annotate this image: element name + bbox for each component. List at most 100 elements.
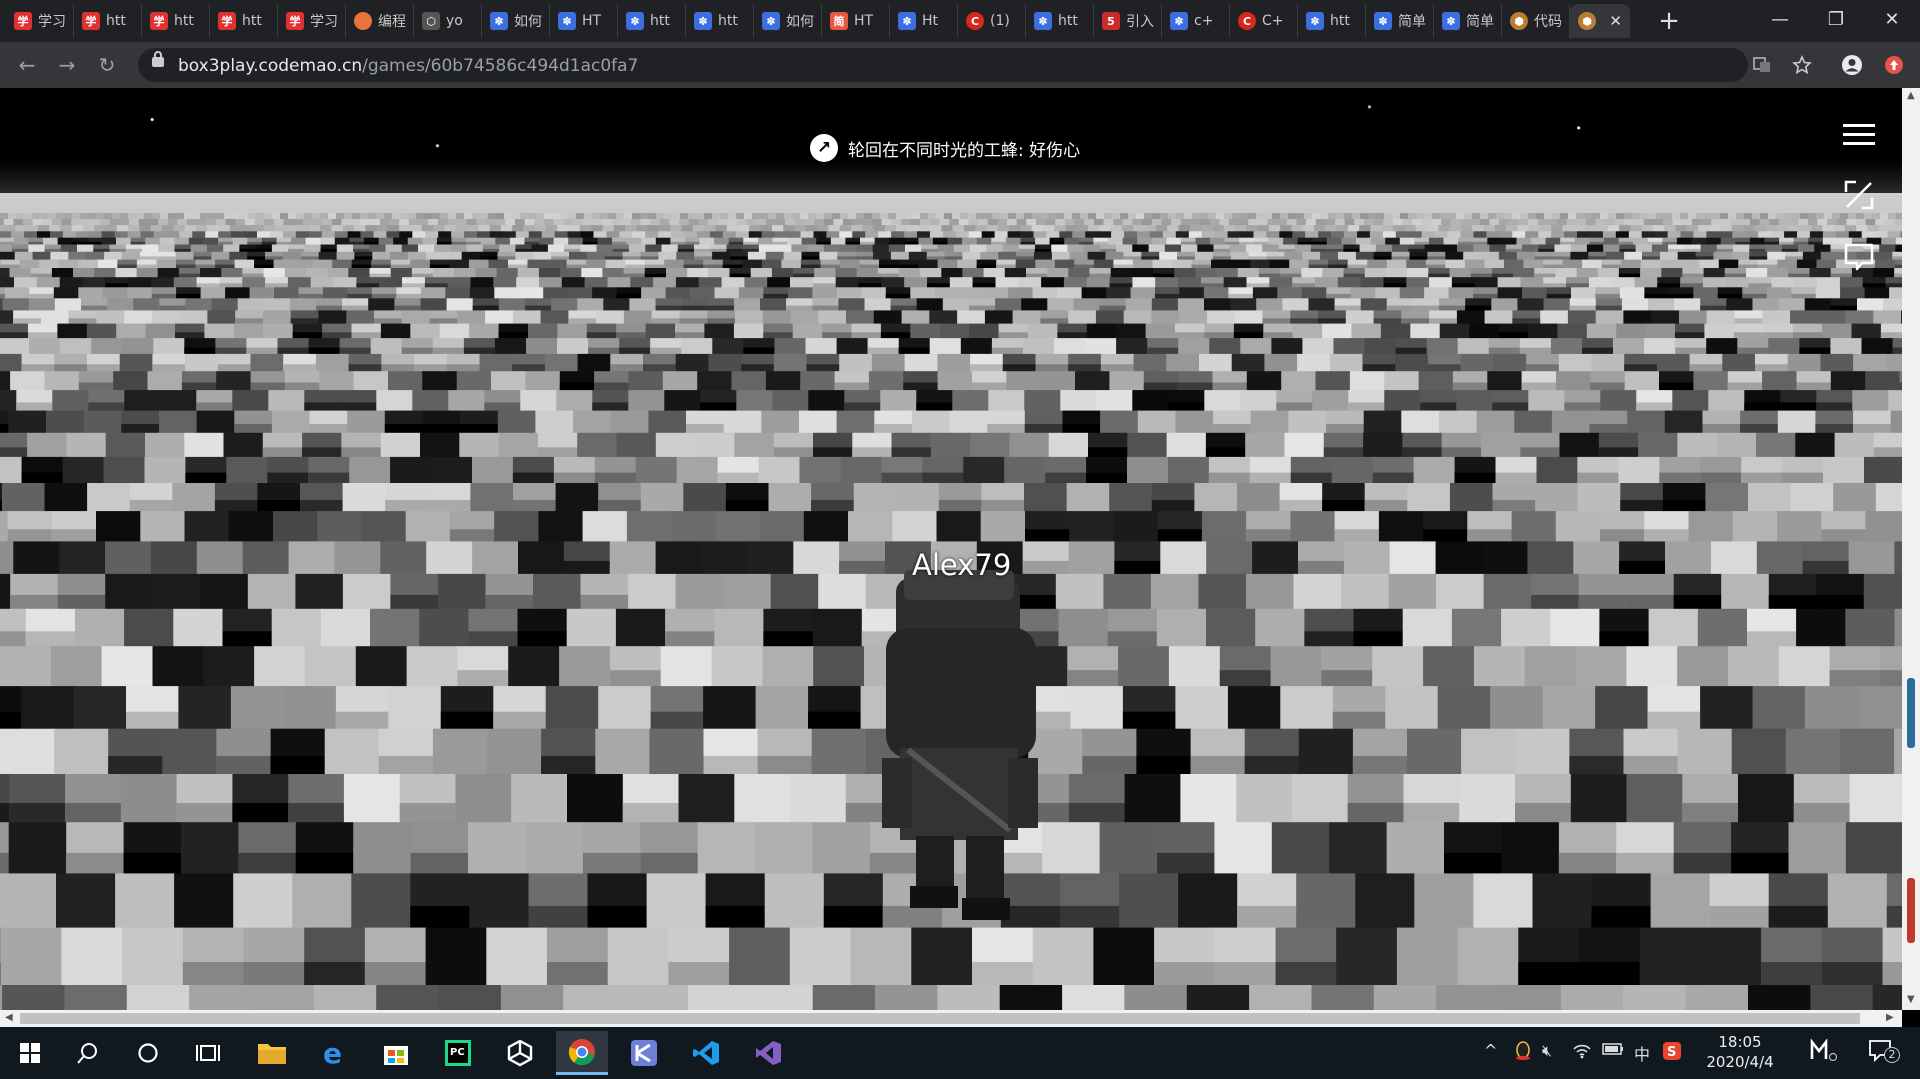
taskbar-file-explorer[interactable]: [246, 1031, 298, 1075]
taskbar-pycharm[interactable]: PC: [432, 1031, 484, 1075]
browser-tab[interactable]: ✽ c+: [1162, 4, 1230, 38]
translate-icon[interactable]: [1747, 50, 1777, 80]
browser-tab[interactable]: 5 引入: [1094, 4, 1162, 38]
browser-tab[interactable]: ✽ htt: [686, 4, 754, 38]
horizontal-scrollbar[interactable]: ◀ ▶: [0, 1010, 1902, 1027]
speaker-muted-icon[interactable]: 🔇︎: [1542, 1041, 1552, 1061]
wifi-icon[interactable]: [1572, 1041, 1592, 1063]
tab-title: htt: [718, 13, 738, 29]
tab-title: htt: [106, 13, 126, 29]
browser-tab[interactable]: 学 htt: [142, 4, 210, 38]
start-button[interactable]: [4, 1031, 56, 1075]
cortana-icon: [138, 1043, 158, 1063]
browser-tab[interactable]: ✽ HT: [550, 4, 618, 38]
task-view-button[interactable]: [182, 1031, 234, 1075]
browser-tab[interactable]: 编程: [346, 4, 414, 38]
chat-button[interactable]: [1840, 240, 1878, 274]
reload-button[interactable]: ↻: [92, 50, 122, 80]
taskbar-clock[interactable]: 18:05 2020/4/4: [1705, 1032, 1775, 1072]
task-view-icon: [196, 1045, 220, 1061]
gear-icon: ⬢: [1510, 12, 1528, 30]
lock-icon[interactable]: [152, 51, 164, 67]
sogou-ime-icon[interactable]: S: [1662, 1041, 1682, 1065]
browser-tab[interactable]: ✽ htt: [1298, 4, 1366, 38]
scroll-up-arrow-icon[interactable]: ▲: [1907, 90, 1915, 101]
back-button[interactable]: ←: [12, 50, 42, 80]
browser-tab[interactable]: C C+: [1230, 4, 1298, 38]
tab-title: C+: [1262, 13, 1284, 29]
tab-title: yo: [446, 13, 463, 29]
new-tab-button[interactable]: +: [1654, 6, 1684, 36]
browser-tab[interactable]: ✽ 如何: [754, 4, 822, 38]
browser-tab[interactable]: ✽ 简单: [1366, 4, 1434, 38]
battery-icon[interactable]: [1602, 1041, 1624, 1060]
baidu-icon: ✽: [1374, 12, 1392, 30]
tab-title: htt: [1058, 13, 1078, 29]
m-tray-icon[interactable]: [1810, 1038, 1838, 1065]
baidu-icon: ✽: [490, 12, 508, 30]
browser-tab[interactable]: 学学习: [278, 4, 346, 38]
browser-tab[interactable]: ✽ htt: [1026, 4, 1094, 38]
url-text[interactable]: box3play.codemao.cn/games/60b74586c494d1…: [178, 56, 638, 76]
store-icon: [384, 1046, 408, 1065]
tab-active[interactable]: ⬢ ✕: [1570, 4, 1630, 38]
tab-title: htt: [650, 13, 670, 29]
browser-tab[interactable]: ✽ 简单: [1434, 4, 1502, 38]
taskbar-unity[interactable]: [494, 1031, 546, 1075]
svg-text:PC: PC: [450, 1047, 465, 1058]
scroll-left-arrow-icon[interactable]: ◀: [5, 1012, 13, 1023]
clock-date: 2020/4/4: [1706, 1053, 1774, 1071]
qq-tray-icon[interactable]: [1514, 1041, 1532, 1065]
restore-button[interactable]: ❐: [1808, 0, 1864, 38]
visual-studio-icon: [756, 1041, 781, 1065]
scroll-thumb[interactable]: [20, 1013, 1860, 1024]
action-center-icon[interactable]: 2: [1868, 1039, 1900, 1067]
tab-title: Ht: [922, 13, 939, 29]
browser-tab[interactable]: 学学习: [6, 4, 74, 38]
taskbar-kotlin-app[interactable]: [618, 1031, 670, 1075]
input-method-indicator[interactable]: 中: [1634, 1041, 1650, 1065]
close-tab-icon[interactable]: ✕: [1609, 12, 1622, 30]
search-button[interactable]: [62, 1031, 114, 1075]
profile-avatar-icon[interactable]: [1837, 50, 1867, 80]
tab-title: 简单: [1466, 14, 1494, 30]
player-character: [882, 570, 1038, 920]
forward-button[interactable]: →: [52, 50, 82, 80]
cortana-button[interactable]: [122, 1031, 174, 1075]
baidu-icon: ✽: [1170, 12, 1188, 30]
scroll-down-arrow-icon[interactable]: ▼: [1907, 994, 1915, 1005]
address-bar[interactable]: box3play.codemao.cn/games/60b74586c494d1…: [138, 48, 1748, 82]
browser-tab[interactable]: 简 HT: [822, 4, 890, 38]
notice-text: 轮回在不同时光的工蜂: 好伤心: [848, 140, 1081, 161]
taskbar-store[interactable]: [370, 1031, 422, 1075]
codemao-icon: [354, 12, 372, 30]
browser-tab[interactable]: 学 htt: [74, 4, 142, 38]
tab-title: HT: [854, 13, 874, 29]
taskbar-vscode[interactable]: [680, 1031, 732, 1075]
browser-tab[interactable]: 学 htt: [210, 4, 278, 38]
bookmark-star-icon[interactable]: [1787, 50, 1817, 80]
notification-count-badge: 2: [1884, 1047, 1900, 1063]
browser-tab[interactable]: ✽ htt: [618, 4, 686, 38]
fullscreen-button[interactable]: [1840, 178, 1878, 212]
close-window-button[interactable]: ✕: [1864, 0, 1920, 38]
extension-update-icon[interactable]: [1879, 50, 1909, 80]
taskbar-visual-studio[interactable]: [742, 1031, 794, 1075]
baidu-icon: ✽: [898, 12, 916, 30]
minimize-button[interactable]: —: [1752, 0, 1808, 38]
browser-tab[interactable]: ✽ Ht: [890, 4, 958, 38]
taskbar-chrome[interactable]: [556, 1031, 608, 1075]
edge-icon: e: [323, 1039, 342, 1067]
browser-tab[interactable]: ✽ 如何: [482, 4, 550, 38]
taskbar-edge[interactable]: e: [308, 1031, 360, 1075]
menu-button[interactable]: [1840, 118, 1878, 152]
vertical-scrollbar[interactable]: ▲ ▼: [1902, 88, 1920, 1010]
game-viewport[interactable]: Alex79 ↗ 轮回在不同时光的工蜂: 好伤心: [0, 88, 1902, 1010]
tray-overflow-chevron-icon[interactable]: ^: [1484, 1041, 1497, 1060]
scroll-right-arrow-icon[interactable]: ▶: [1886, 1012, 1894, 1023]
browser-tab[interactable]: ⬡ yo: [414, 4, 482, 38]
csdn-icon: C: [966, 12, 984, 30]
tab-title: htt: [1330, 13, 1350, 29]
browser-tab[interactable]: C (1): [958, 4, 1026, 38]
browser-tab[interactable]: ⬢ 代码: [1502, 4, 1570, 38]
